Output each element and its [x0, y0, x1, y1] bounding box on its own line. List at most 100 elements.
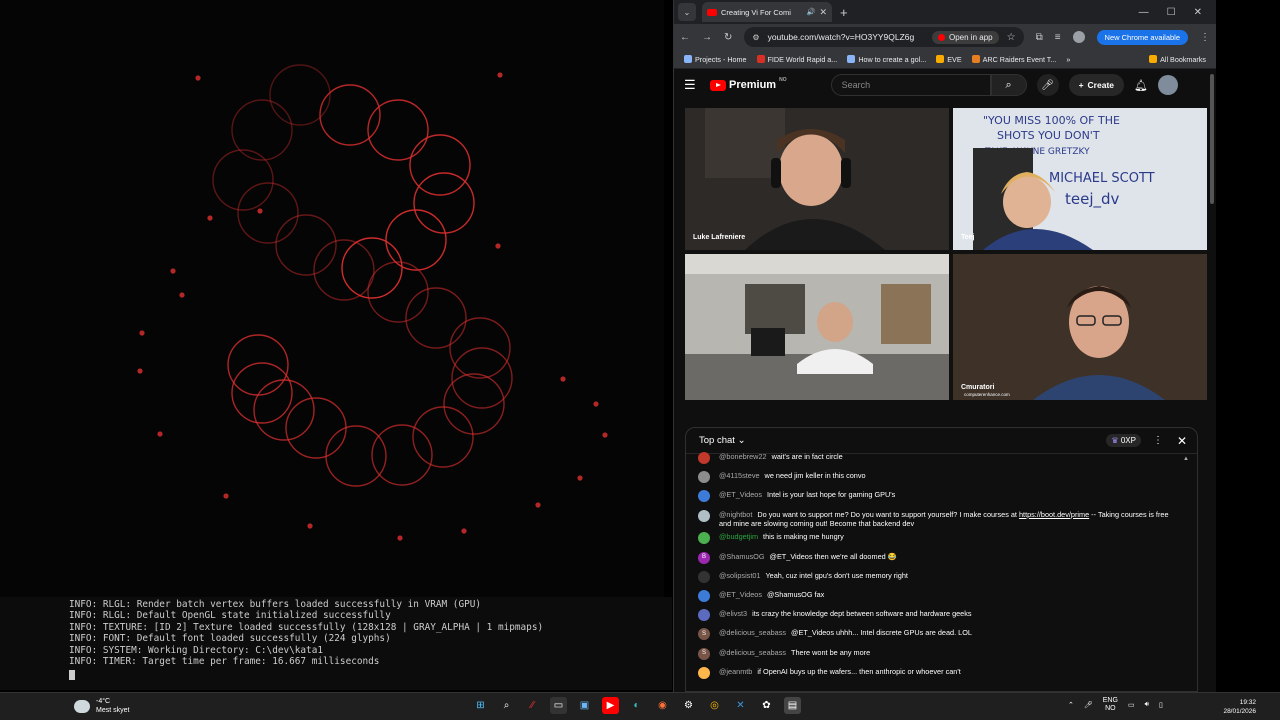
new-chrome-button[interactable]: New Chrome available	[1096, 29, 1188, 45]
bookmark-star-icon[interactable]: ☆	[1007, 32, 1016, 43]
chat-avatar[interactable]	[698, 452, 710, 464]
chat-author[interactable]: @nightbot	[719, 510, 752, 519]
language-indicator[interactable]: ENG NO	[1103, 697, 1118, 713]
account-avatar[interactable]	[1157, 75, 1178, 95]
app-window-icon[interactable]: ▤	[784, 697, 801, 714]
chrome-icon[interactable]: ◎	[706, 697, 723, 714]
bookmark-item[interactable]: FIDE World Rapid a...	[756, 55, 837, 64]
search-icon[interactable]: ⌕	[498, 697, 515, 714]
omnibox[interactable]: ⚙ youtube.com/watch?v=HO3YY9QLZ6g Open i…	[744, 27, 1024, 47]
settings-icon[interactable]: ⚙	[680, 697, 697, 714]
active-tab[interactable]: Creating Vi For Comi 🔊 ✕	[702, 2, 832, 22]
raylib-app-icon[interactable]: ∕∕	[524, 697, 541, 714]
video-player[interactable]: Luke Lafreniere "YOU MISS 100% OF THE SH…	[685, 108, 1207, 400]
bookmark-item[interactable]: ARC Raiders Event T...	[971, 55, 1056, 64]
chat-author[interactable]: @ET_Videos	[719, 490, 762, 499]
tab-close-icon[interactable]: ✕	[819, 7, 827, 18]
reload-icon[interactable]: ↻	[724, 32, 732, 43]
battery-icon[interactable]: ▯	[1159, 701, 1163, 709]
chatgpt-icon[interactable]: ✿	[758, 697, 775, 714]
create-button[interactable]: + Create	[1068, 74, 1125, 96]
volume-icon[interactable]: 🔊︎	[1145, 701, 1149, 709]
tab-search-button[interactable]: ⌄	[678, 3, 696, 21]
chat-author[interactable]: @4115steve	[719, 471, 760, 480]
network-icon[interactable]: ▭	[1128, 701, 1135, 709]
more-options-icon[interactable]: ⋮	[1153, 435, 1163, 446]
chat-avatar[interactable]	[698, 589, 710, 602]
close-window-button[interactable]: ✕	[1194, 7, 1202, 18]
terminal-icon[interactable]: ▭	[550, 697, 567, 714]
bookmark-item[interactable]: How to create a gol...	[847, 55, 926, 64]
chat-avatar[interactable]	[698, 509, 710, 522]
bookmark-item[interactable]: EVE	[936, 55, 962, 64]
chat-message[interactable]: @ET_Videos Intel is your last hope for ga…	[698, 486, 1175, 505]
close-icon[interactable]: ✕	[1177, 434, 1187, 448]
profile-avatar[interactable]	[1072, 31, 1085, 43]
chrome-menu-icon[interactable]: ⋮	[1200, 32, 1210, 43]
firefox-icon[interactable]: ◉	[654, 697, 671, 714]
xp-badge[interactable]: ♛ 0XP	[1106, 434, 1141, 447]
search-icon[interactable]: ⌕	[990, 74, 1027, 96]
notifications-bell-icon[interactable]: 🔔︎	[1134, 79, 1148, 92]
chat-avatar[interactable]	[698, 666, 710, 679]
chat-avatar[interactable]: B	[698, 551, 710, 564]
terminal-window[interactable]: INFO: RLGL: Render batch vertex buffers …	[0, 597, 672, 690]
chat-avatar[interactable]	[698, 609, 710, 622]
speaker-icon[interactable]: 🔊	[807, 8, 816, 16]
url-text[interactable]: youtube.com/watch?v=HO3YY9QLZ6g	[768, 32, 924, 42]
chat-avatar[interactable]: S	[698, 628, 710, 641]
chat-message[interactable]: @4115steve we need jim keller in this con…	[698, 467, 1175, 486]
chat-avatar[interactable]	[698, 471, 710, 484]
start-icon[interactable]: ⊞	[472, 697, 489, 714]
bookmark-item[interactable]: Projects - Home	[684, 55, 747, 64]
site-info-icon[interactable]: ⚙	[752, 33, 759, 42]
chat-author[interactable]: @elivst3	[719, 609, 747, 618]
extensions-icon[interactable]: ⧉	[1036, 32, 1043, 43]
menu-icon[interactable]: ☰	[684, 77, 700, 93]
chat-messages[interactable]: @bonebrew22 wait's are in fact circle @411…	[686, 448, 1197, 682]
chat-scroll-up-icon[interactable]: ▲	[1183, 456, 1189, 462]
search-input[interactable]: Search	[830, 74, 991, 96]
chat-author[interactable]: @delicious_seabass	[719, 628, 786, 637]
chat-link[interactable]: https://boot.dev/prime	[1019, 510, 1089, 519]
youtube-logo[interactable]: Premium NO	[710, 77, 787, 91]
chat-avatar[interactable]	[698, 532, 710, 545]
back-icon[interactable]: ←	[680, 32, 690, 43]
minimize-button[interactable]: —	[1139, 7, 1149, 18]
chat-message[interactable]: @budgetjim this is making me hungry	[698, 528, 1175, 547]
chat-avatar[interactable]: S	[698, 647, 710, 660]
maximize-button[interactable]: ☐	[1167, 7, 1176, 18]
chat-message[interactable]: @elivst3 its crazy the knowledge dept bet…	[698, 605, 1175, 624]
chat-message[interactable]: @solipsist01 Yeah, cuz intel gpu's don't …	[698, 567, 1175, 586]
raylib-canvas[interactable]	[0, 0, 664, 600]
chat-author[interactable]: @budgetjim	[719, 532, 758, 541]
chat-message[interactable]: B @ShamusOG @ET_Videos then we're all doom…	[698, 548, 1175, 567]
microphone-icon[interactable]: 🎤︎	[1036, 74, 1059, 96]
microphone-icon[interactable]: 🎤︎	[1084, 701, 1093, 709]
vscode-icon[interactable]: ✕	[732, 697, 749, 714]
weather-widget[interactable]: -4°C Mest skyet	[74, 697, 129, 715]
chat-message[interactable]: @ET_Videos @ShamusOG fax	[698, 586, 1175, 605]
chat-author[interactable]: @delicious_seabass	[719, 648, 786, 657]
more-bookmarks-icon[interactable]: »	[1066, 55, 1070, 64]
save-icon[interactable]: ▣	[576, 697, 593, 714]
chat-mode-dropdown[interactable]: Top chat ⌄	[699, 435, 746, 446]
youtube-app-icon[interactable]: ▶	[602, 697, 619, 714]
forward-icon[interactable]: →	[702, 32, 712, 43]
all-bookmarks-button[interactable]: All Bookmarks	[1149, 55, 1206, 64]
page-scrollbar[interactable]	[1210, 74, 1214, 204]
chat-avatar[interactable]	[698, 570, 710, 583]
chat-avatar[interactable]	[698, 490, 710, 503]
chat-author[interactable]: @ET_Videos	[719, 590, 762, 599]
chat-message[interactable]: @jeanmtb if OpenAI buys up the wafers... …	[698, 663, 1175, 682]
chat-author[interactable]: @solipsist01	[719, 571, 760, 580]
open-in-app-button[interactable]: Open in app	[932, 30, 999, 44]
chat-author[interactable]: @ShamusOG	[719, 552, 765, 561]
edge-icon[interactable]: ◐	[628, 697, 645, 714]
chat-message[interactable]: S @delicious_seabass There wont be any mor…	[698, 644, 1175, 663]
tray-overflow-icon[interactable]: ⌃	[1068, 701, 1074, 709]
reading-list-icon[interactable]: ≡	[1055, 32, 1061, 43]
clock[interactable]: 19:32 28/01/2026	[1223, 698, 1256, 716]
chat-message[interactable]: S @delicious_seabass @ET_Videos uhhh... In…	[698, 624, 1175, 643]
chat-message[interactable]: @nightbot Do you want to support me? Do y…	[698, 506, 1175, 529]
